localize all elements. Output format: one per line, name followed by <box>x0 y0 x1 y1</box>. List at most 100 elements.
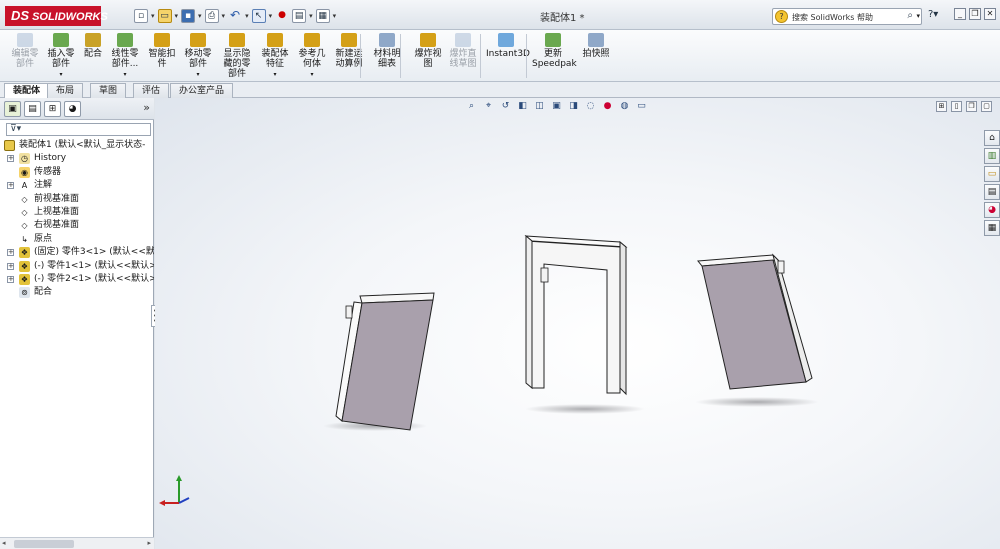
tree-node[interactable]: + ❖ (固定) 零件3<1> (默认<<默 <box>4 246 154 259</box>
cmd-assembly-features-button[interactable]: 装配体 特征 ▾ <box>258 33 292 80</box>
tree-node[interactable]: ⊚ 配合 <box>4 286 154 299</box>
expand-icon[interactable]: + <box>7 275 14 283</box>
more-tabs-chevron-icon[interactable]: » <box>143 101 150 114</box>
minimize-icon[interactable]: _ <box>954 8 966 20</box>
tree-node[interactable]: + ❖ (-) 零件1<1> (默认<<默认> <box>4 260 154 273</box>
feature-manager-tab-icon[interactable]: ▣ <box>4 101 21 117</box>
tree-node[interactable]: + A 注解 <box>4 179 154 192</box>
open-dropdown-arrow[interactable]: ▾ <box>175 12 179 20</box>
expand-icon[interactable]: + <box>7 249 14 257</box>
chevron-down-icon[interactable]: ▾ <box>107 70 143 80</box>
search-icon[interactable]: ⌕ <box>907 10 913 21</box>
tree-filter[interactable]: ⊽▾ <box>6 123 151 136</box>
right-door-part[interactable] <box>697 253 813 390</box>
left-door-part[interactable] <box>335 292 435 431</box>
edit-component-icon <box>17 33 33 47</box>
mates-folder-icon: ⊚ <box>19 287 30 299</box>
scroll-right-arrow-icon[interactable]: ▸ <box>147 539 151 547</box>
save-dropdown-arrow[interactable]: ▾ <box>198 12 202 20</box>
print-dropdown-arrow[interactable]: ▾ <box>222 12 226 20</box>
cmd-reference-geometry-button[interactable]: 参考几 何体 ▾ <box>294 33 330 80</box>
tab-2[interactable]: 草图 <box>90 83 127 98</box>
door-frame-part[interactable] <box>524 234 628 396</box>
tab-4[interactable]: 办公室产品 <box>170 83 234 98</box>
cmd-mate-button[interactable]: 配合 <box>82 33 104 59</box>
undo-dropdown-arrow[interactable]: ▾ <box>245 12 249 20</box>
tree-node[interactable]: ◇ 上视基准面 <box>4 206 154 219</box>
cmd-linear-pattern-button[interactable]: 线性零 部件... ▾ <box>107 33 143 80</box>
open-folder-icon[interactable]: ▭ <box>157 9 172 23</box>
chevron-down-icon[interactable]: ▾ <box>294 70 330 80</box>
new-document-icon[interactable]: ▫ <box>134 9 148 23</box>
file-properties-icon[interactable]: ▤ <box>292 9 307 23</box>
chevron-down-icon[interactable]: ▾ <box>44 70 78 80</box>
cmd-exploded-view-button[interactable]: 爆炸视图 <box>412 33 444 69</box>
filter-icon[interactable]: ⊽▾ <box>10 124 21 134</box>
cmd-label: 部件 <box>227 69 246 79</box>
restore-icon[interactable]: ❐ <box>969 8 981 20</box>
exploded-view-icon <box>420 33 436 47</box>
configuration-manager-tab-icon[interactable]: ⊞ <box>44 101 61 117</box>
search-input[interactable]: 搜索 SolidWorks 帮助 <box>792 12 873 23</box>
help-icon[interactable]: ?▾ <box>928 9 938 20</box>
expand-icon[interactable]: + <box>7 182 14 190</box>
select-dropdown-arrow[interactable]: ▾ <box>269 12 273 20</box>
save-icon[interactable]: ▪ <box>181 9 196 23</box>
chevron-down-icon[interactable]: ▾ <box>181 70 215 80</box>
tree-node-label: (-) 零件1<1> (默认<<默认> <box>34 260 154 271</box>
properties-dropdown-arrow[interactable]: ▾ <box>309 12 313 20</box>
reference-triad <box>159 475 190 506</box>
tree-root-assembly[interactable]: 装配体1 (默认<默认_显示状态- <box>4 139 154 152</box>
tree-node[interactable]: ◇ 右视基准面 <box>4 219 154 232</box>
scroll-left-arrow-icon[interactable]: ◂ <box>2 539 6 547</box>
undo-icon[interactable]: ↶ <box>228 9 242 23</box>
new-motion-study-icon <box>341 33 357 47</box>
options-icon[interactable]: ▦ <box>315 9 330 23</box>
tree-node[interactable]: + ◷ History <box>4 152 154 165</box>
help-search-box[interactable]: ? 搜索 SolidWorks 帮助 ⌕ ▾ <box>772 8 922 25</box>
cmd-instant3d-button[interactable]: Instant3D <box>486 33 530 59</box>
cmd-label: 显示隐 <box>223 49 251 59</box>
cmd-edit-component-button[interactable]: 编辑零 部件 <box>8 33 42 69</box>
property-manager-tab-icon[interactable]: ▤ <box>24 101 41 117</box>
tab-0[interactable]: 装配体 <box>4 83 50 98</box>
horizontal-scrollbar[interactable]: ◂ ▸ <box>0 537 154 549</box>
cmd-snapshot-button[interactable]: 拍快照 <box>580 33 612 59</box>
search-dropdown-arrow[interactable]: ▾ <box>916 12 920 20</box>
rebuild-traffic-light-icon[interactable]: ● <box>275 9 289 23</box>
cmd-speedpak-button[interactable]: 更新 Speedpak <box>532 33 577 69</box>
cmd-show-hidden-button[interactable]: 显示隐 藏的零 部件 <box>219 33 255 79</box>
graphics-area[interactable]: ⌕ ⌖ ↺ ◧ ◫ ▣ ◨ ◌ ● ◍ ▭ ⊞ ▯ ❐ ▢ ⌂ ▥ ▭ ▤ ◕ … <box>155 98 1000 549</box>
scrollbar-thumb[interactable] <box>14 540 74 548</box>
cmd-explode-line-sketch-button[interactable]: 爆炸直 线草图 <box>446 33 480 69</box>
cmd-label: 件 <box>157 59 167 69</box>
tree-node-label: 前视基准面 <box>34 193 80 204</box>
tab-3[interactable]: 评估 <box>133 83 170 98</box>
cmd-label: 图 <box>423 59 433 69</box>
tree-node[interactable]: ◉ 传感器 <box>4 166 154 179</box>
expand-icon[interactable]: + <box>7 262 14 270</box>
tree-node[interactable]: ◇ 前视基准面 <box>4 193 154 206</box>
cmd-move-component-button[interactable]: 移动零 部件 ▾ <box>181 33 215 80</box>
cmd-label: 更新 <box>543 49 562 59</box>
options-dropdown-arrow[interactable]: ▾ <box>333 12 337 20</box>
solidworks-logo[interactable]: DS SOLIDWORKS <box>5 6 108 26</box>
close-icon[interactable]: ✕ <box>984 8 996 20</box>
chevron-down-icon[interactable]: ▾ <box>258 70 292 80</box>
new-dropdown-arrow[interactable]: ▾ <box>151 12 155 20</box>
cmd-insert-components-button[interactable]: 插入零 部件 ▾ <box>44 33 78 80</box>
tree-node[interactable]: ↳ 原点 <box>4 233 154 246</box>
expand-icon[interactable]: + <box>7 155 14 163</box>
tree-node[interactable]: + ❖ (-) 零件2<1> (默认<<默认> <box>4 273 154 286</box>
cmd-label: 部件 <box>188 59 207 69</box>
tab-1[interactable]: 布局 <box>47 83 84 98</box>
display-manager-tab-icon[interactable]: ◕ <box>64 101 81 117</box>
tree-node-label: History <box>34 153 67 164</box>
tree-node-label: 原点 <box>34 233 53 244</box>
print-icon[interactable]: ⎙ <box>204 9 219 23</box>
model-scene[interactable] <box>155 98 1000 549</box>
cmd-bom-button[interactable]: 材料明 细表 <box>370 33 404 69</box>
select-pointer-icon[interactable]: ↖ <box>251 9 266 23</box>
ds-logo-mark: DS <box>11 8 30 23</box>
cmd-smart-fasteners-button[interactable]: 智能扣件 <box>145 33 179 69</box>
